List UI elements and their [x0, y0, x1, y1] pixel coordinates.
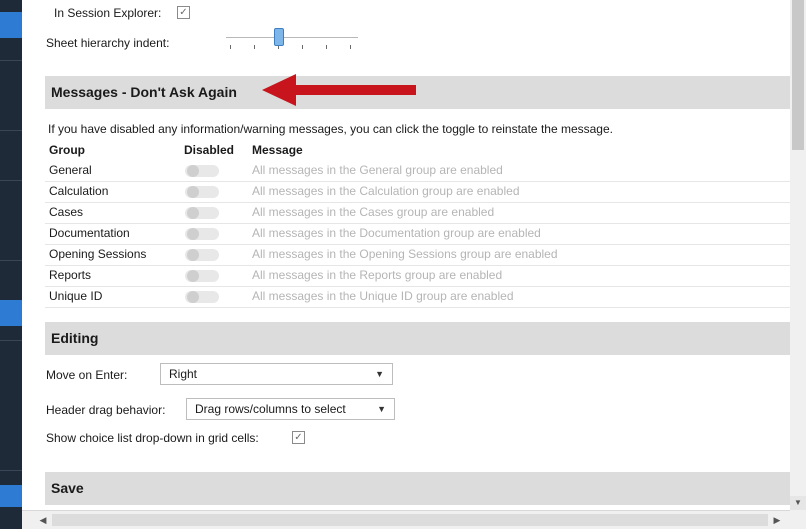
- divider: [0, 180, 22, 181]
- column-header-group: Group: [49, 143, 85, 157]
- table-row: Reports All messages in the Reports grou…: [45, 265, 790, 287]
- disabled-toggle[interactable]: [185, 270, 219, 282]
- toggle-knob: [187, 249, 199, 261]
- toggle-knob: [187, 270, 199, 282]
- divider: [0, 260, 22, 261]
- toggle-knob: [187, 228, 199, 240]
- editing-section-header: Editing: [45, 322, 790, 355]
- vertical-scrollbar[interactable]: ▼: [790, 0, 806, 510]
- group-name: Opening Sessions: [49, 247, 147, 261]
- save-section-title: Save: [51, 480, 84, 496]
- slider-track: [226, 37, 358, 38]
- messages-section-title: Messages - Don't Ask Again: [51, 84, 237, 100]
- editing-section-title: Editing: [51, 330, 99, 346]
- messages-intro: If you have disabled any information/war…: [48, 122, 613, 136]
- toggle-knob: [187, 165, 199, 177]
- toggle-knob: [187, 291, 199, 303]
- background-highlight: [0, 485, 22, 507]
- group-name: Reports: [49, 268, 92, 282]
- background-window-strip: [0, 0, 22, 529]
- table-row: General All messages in the General grou…: [45, 160, 790, 182]
- slider-tick: [350, 45, 351, 49]
- scroll-left-icon[interactable]: ◀: [36, 513, 50, 527]
- disabled-toggle[interactable]: [185, 228, 219, 240]
- header-drag-select[interactable]: Drag rows/columns to select ▼: [186, 398, 395, 420]
- divider: [0, 130, 22, 131]
- disabled-toggle[interactable]: [185, 165, 219, 177]
- scrollbar-corner: [790, 510, 806, 529]
- message-text: All messages in the Unique ID group are …: [252, 289, 514, 303]
- header-drag-label: Header drag behavior:: [46, 403, 166, 417]
- slider-tick: [254, 45, 255, 49]
- dropdown-arrow-icon: ▼: [377, 404, 386, 414]
- group-name: General: [49, 163, 92, 177]
- group-name: Cases: [49, 205, 84, 219]
- table-row: Unique ID All messages in the Unique ID …: [45, 286, 790, 308]
- message-text: All messages in the Documentation group …: [252, 226, 541, 240]
- message-text: All messages in the Reports group are en…: [252, 268, 503, 282]
- table-row: Documentation All messages in the Docume…: [45, 223, 790, 245]
- in-session-explorer-checkbox[interactable]: ✓: [177, 6, 190, 19]
- sheet-hierarchy-indent-slider[interactable]: [222, 28, 362, 54]
- move-on-enter-select[interactable]: Right ▼: [160, 363, 393, 385]
- message-text: All messages in the Calculation group ar…: [252, 184, 520, 198]
- horizontal-scrollbar[interactable]: ◀ ▶: [22, 510, 790, 529]
- message-text: All messages in the General group are en…: [252, 163, 503, 177]
- slider-tick: [230, 45, 231, 49]
- save-section-header: Save: [45, 472, 790, 505]
- slider-thumb[interactable]: [274, 28, 284, 46]
- move-on-enter-label: Move on Enter:: [46, 368, 128, 382]
- slider-tick: [302, 45, 303, 49]
- scrollbar-thumb[interactable]: [792, 0, 804, 150]
- header-drag-value: Drag rows/columns to select: [195, 402, 346, 416]
- toggle-knob: [187, 207, 199, 219]
- show-choice-label: Show choice list drop-down in grid cells…: [46, 431, 259, 445]
- scroll-right-icon[interactable]: ▶: [770, 513, 784, 527]
- in-session-explorer-label: In Session Explorer:: [54, 6, 162, 20]
- show-choice-checkbox[interactable]: ✓: [292, 431, 305, 444]
- scroll-down-icon[interactable]: ▼: [790, 496, 806, 510]
- disabled-toggle[interactable]: [185, 207, 219, 219]
- column-header-message: Message: [252, 143, 303, 157]
- sheet-hierarchy-indent-label: Sheet hierarchy indent:: [46, 36, 170, 50]
- table-row: Opening Sessions All messages in the Ope…: [45, 244, 790, 266]
- dropdown-arrow-icon: ▼: [375, 369, 384, 379]
- column-header-disabled: Disabled: [184, 143, 235, 157]
- message-text: All messages in the Opening Sessions gro…: [252, 247, 558, 261]
- disabled-toggle[interactable]: [185, 186, 219, 198]
- disabled-toggle[interactable]: [185, 291, 219, 303]
- group-name: Documentation: [49, 226, 130, 240]
- options-panel: In Session Explorer: ✓ Sheet hierarchy i…: [22, 0, 790, 510]
- group-name: Unique ID: [49, 289, 103, 303]
- message-text: All messages in the Cases group are enab…: [252, 205, 495, 219]
- slider-tick: [326, 45, 327, 49]
- group-name: Calculation: [49, 184, 109, 198]
- background-highlight: [0, 12, 22, 38]
- disabled-toggle[interactable]: [185, 249, 219, 261]
- table-row: Calculation All messages in the Calculat…: [45, 181, 790, 203]
- table-row: Cases All messages in the Cases group ar…: [45, 202, 790, 224]
- move-on-enter-value: Right: [169, 367, 198, 381]
- scrollbar-thumb[interactable]: [52, 514, 768, 526]
- divider: [0, 470, 22, 471]
- toggle-knob: [187, 186, 199, 198]
- annotation-arrow-icon: [262, 74, 416, 106]
- divider: [0, 60, 22, 61]
- divider: [0, 340, 22, 341]
- background-highlight: [0, 300, 22, 326]
